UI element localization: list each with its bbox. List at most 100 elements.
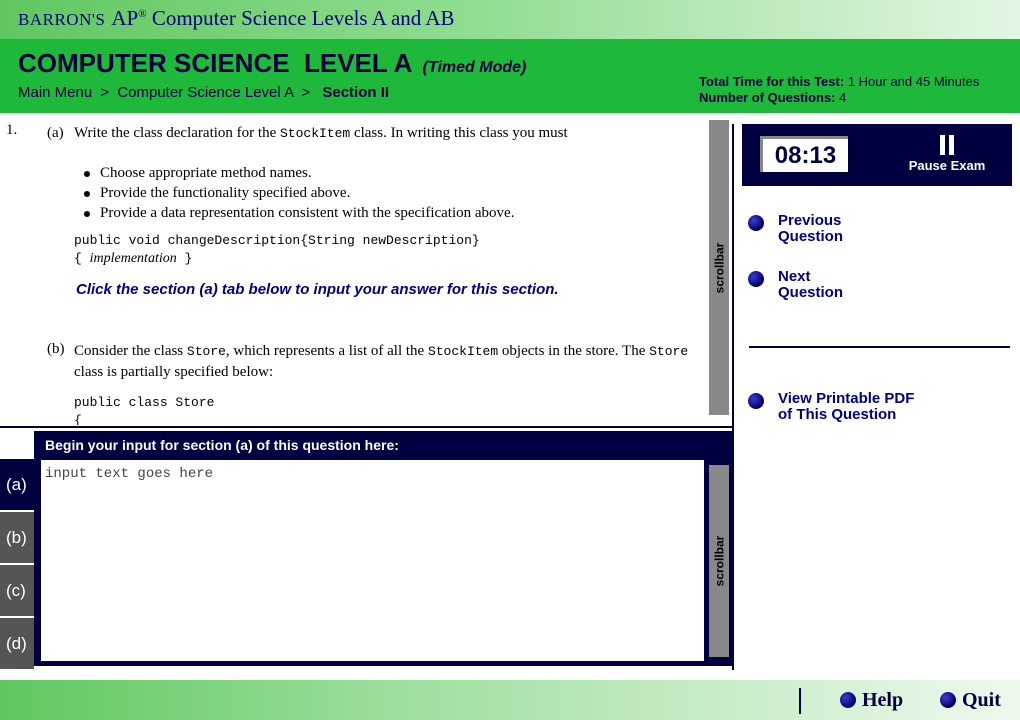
part-b-code: Store bbox=[649, 344, 689, 359]
registered-mark: ® bbox=[138, 8, 147, 20]
nav-label: Previous Question bbox=[778, 213, 843, 245]
part-a-text: Write the class declaration for the Stoc… bbox=[74, 125, 694, 142]
tab-section-b[interactable]: (b) bbox=[0, 512, 34, 563]
part-a-text-1: Write the class declaration for the bbox=[74, 125, 277, 141]
total-time-value: 1 Hour and 45 Minutes bbox=[847, 74, 980, 89]
bullet-icon bbox=[84, 210, 90, 217]
input-scrollbar[interactable]: scrollbar bbox=[709, 465, 729, 657]
nav-label-line: Previous bbox=[778, 212, 842, 229]
answer-textarea[interactable] bbox=[45, 466, 695, 656]
divider bbox=[732, 124, 734, 670]
app-title: BARRON'S AP® Computer Science Levels A an… bbox=[18, 6, 455, 31]
part-b-text-2: , which represents a list of all the bbox=[225, 343, 425, 359]
scrollbar-label: scrollbar bbox=[712, 242, 727, 293]
tab-section-d[interactable]: (d) bbox=[0, 618, 34, 669]
breadcrumb-main-menu[interactable]: Main Menu bbox=[18, 84, 92, 101]
test-info: Total Time for this Test: 1 Hour and 45 … bbox=[699, 74, 979, 106]
breadcrumb-separator: > bbox=[100, 84, 110, 101]
pause-exam-button[interactable]: Pause Exam bbox=[892, 132, 1002, 180]
list-item-text: Provide the functionality specified abov… bbox=[100, 185, 351, 201]
section-title-text: COMPUTER SCIENCE LEVEL A bbox=[18, 48, 412, 78]
part-b-code: Store bbox=[186, 344, 226, 359]
code-implementation: implementation bbox=[89, 251, 177, 266]
num-questions-row: Number of Questions: 4 bbox=[699, 90, 979, 106]
next-question-button[interactable]: Next Question bbox=[748, 269, 868, 303]
breadcrumb-level[interactable]: Computer Science Level A bbox=[117, 84, 293, 101]
nav-label-line: Question bbox=[778, 228, 844, 245]
radio-dot-icon bbox=[748, 271, 764, 287]
code-line: { implementation } bbox=[74, 251, 192, 267]
question-number: 1. bbox=[6, 122, 18, 138]
bullet-icon bbox=[84, 170, 90, 177]
tab-section-a[interactable]: (a) bbox=[0, 459, 34, 510]
page-header: COMPUTER SCIENCE LEVEL A (Timed Mode) Ma… bbox=[0, 39, 1020, 113]
requirements-list: Choose appropriate method names. Provide… bbox=[84, 163, 514, 223]
radio-dot-icon bbox=[940, 692, 956, 708]
total-time-row: Total Time for this Test: 1 Hour and 45 … bbox=[699, 74, 979, 90]
publisher-name: BARRON'S bbox=[18, 10, 106, 29]
part-a-label: (a) bbox=[47, 125, 64, 141]
radio-dot-icon bbox=[748, 215, 764, 231]
help-label: Help bbox=[862, 689, 904, 711]
breadcrumb-separator: > bbox=[301, 84, 311, 101]
quit-button[interactable]: Quit bbox=[940, 689, 1001, 712]
part-a-code: StockItem bbox=[279, 126, 351, 141]
part-b-label: (b) bbox=[47, 341, 65, 357]
list-item: Provide a data representation consistent… bbox=[84, 203, 514, 223]
part-b-text-1: Consider the class bbox=[74, 343, 184, 359]
radio-dot-icon bbox=[748, 393, 764, 409]
answer-input-panel: Begin your input for section (a) of this… bbox=[34, 431, 732, 666]
question-pane: 1. (a) Write the class declaration for t… bbox=[0, 113, 708, 425]
nav-label-line: Question bbox=[778, 284, 844, 301]
part-b-text: Consider the class Store, which represen… bbox=[74, 341, 699, 382]
quit-label: Quit bbox=[962, 689, 1001, 711]
tab-label: (a) bbox=[6, 474, 27, 494]
previous-question-button[interactable]: Previous Question bbox=[748, 213, 868, 247]
bullet-icon bbox=[84, 190, 90, 197]
num-questions-value: 4 bbox=[839, 90, 847, 105]
list-item-text: Provide a data representation consistent… bbox=[100, 205, 515, 221]
nav-label: View Printable PDF of This Question bbox=[778, 391, 914, 423]
pause-label: Pause Exam bbox=[908, 158, 986, 173]
divider bbox=[0, 426, 732, 428]
code-line: public void changeDescription{String new… bbox=[74, 233, 480, 248]
nav-label-line: View Printable PDF bbox=[778, 390, 915, 407]
list-item-text: Choose appropriate method names. bbox=[100, 165, 312, 181]
radio-dot-icon bbox=[840, 692, 856, 708]
part-b-text-3: objects in the store. The bbox=[501, 343, 646, 359]
title-prefix: AP bbox=[111, 6, 139, 30]
question-scrollbar[interactable]: scrollbar bbox=[709, 120, 729, 415]
answer-input-area bbox=[41, 460, 704, 661]
list-item: Provide the functionality specified abov… bbox=[84, 183, 514, 203]
code-brace-open: { bbox=[74, 251, 82, 266]
mode-label: (Timed Mode) bbox=[422, 59, 527, 76]
code-line: { bbox=[74, 413, 82, 425]
instruction-text: Click the section (a) tab below to input… bbox=[76, 281, 559, 298]
top-banner: BARRON'S AP® Computer Science Levels A an… bbox=[0, 0, 1020, 39]
title-rest: Computer Science Levels A and AB bbox=[151, 6, 455, 30]
divider bbox=[749, 346, 1010, 348]
nav-label: Next Question bbox=[778, 269, 843, 301]
part-a-text-2: class. In writing this class you must bbox=[353, 125, 568, 141]
num-questions-label: Number of Questions: bbox=[699, 90, 836, 105]
timer-display: 08:13 bbox=[760, 136, 848, 172]
part-b-code: StockItem bbox=[427, 344, 499, 359]
scrollbar-label: scrollbar bbox=[712, 535, 727, 587]
total-time-label: Total Time for this Test: bbox=[699, 74, 845, 89]
tab-label: (d) bbox=[6, 633, 27, 653]
list-item: Choose appropriate method names. bbox=[84, 163, 514, 183]
help-button[interactable]: Help bbox=[840, 689, 903, 712]
tab-label: (c) bbox=[6, 580, 26, 600]
divider bbox=[799, 688, 801, 714]
tab-label: (b) bbox=[6, 527, 27, 547]
page-title: COMPUTER SCIENCE LEVEL A (Timed Mode) bbox=[18, 48, 526, 79]
breadcrumb: Main Menu > Computer Science Level A > S… bbox=[18, 84, 389, 101]
view-pdf-button[interactable]: View Printable PDF of This Question bbox=[748, 391, 948, 425]
code-brace-close: } bbox=[184, 251, 193, 266]
tab-section-c[interactable]: (c) bbox=[0, 565, 34, 616]
part-b-text-4: class is partially specified below: bbox=[74, 364, 274, 380]
pause-icon bbox=[939, 135, 955, 155]
code-line: public class Store bbox=[74, 395, 215, 410]
footer: Help Quit bbox=[0, 680, 1020, 720]
input-panel-header: Begin your input for section (a) of this… bbox=[45, 437, 399, 453]
